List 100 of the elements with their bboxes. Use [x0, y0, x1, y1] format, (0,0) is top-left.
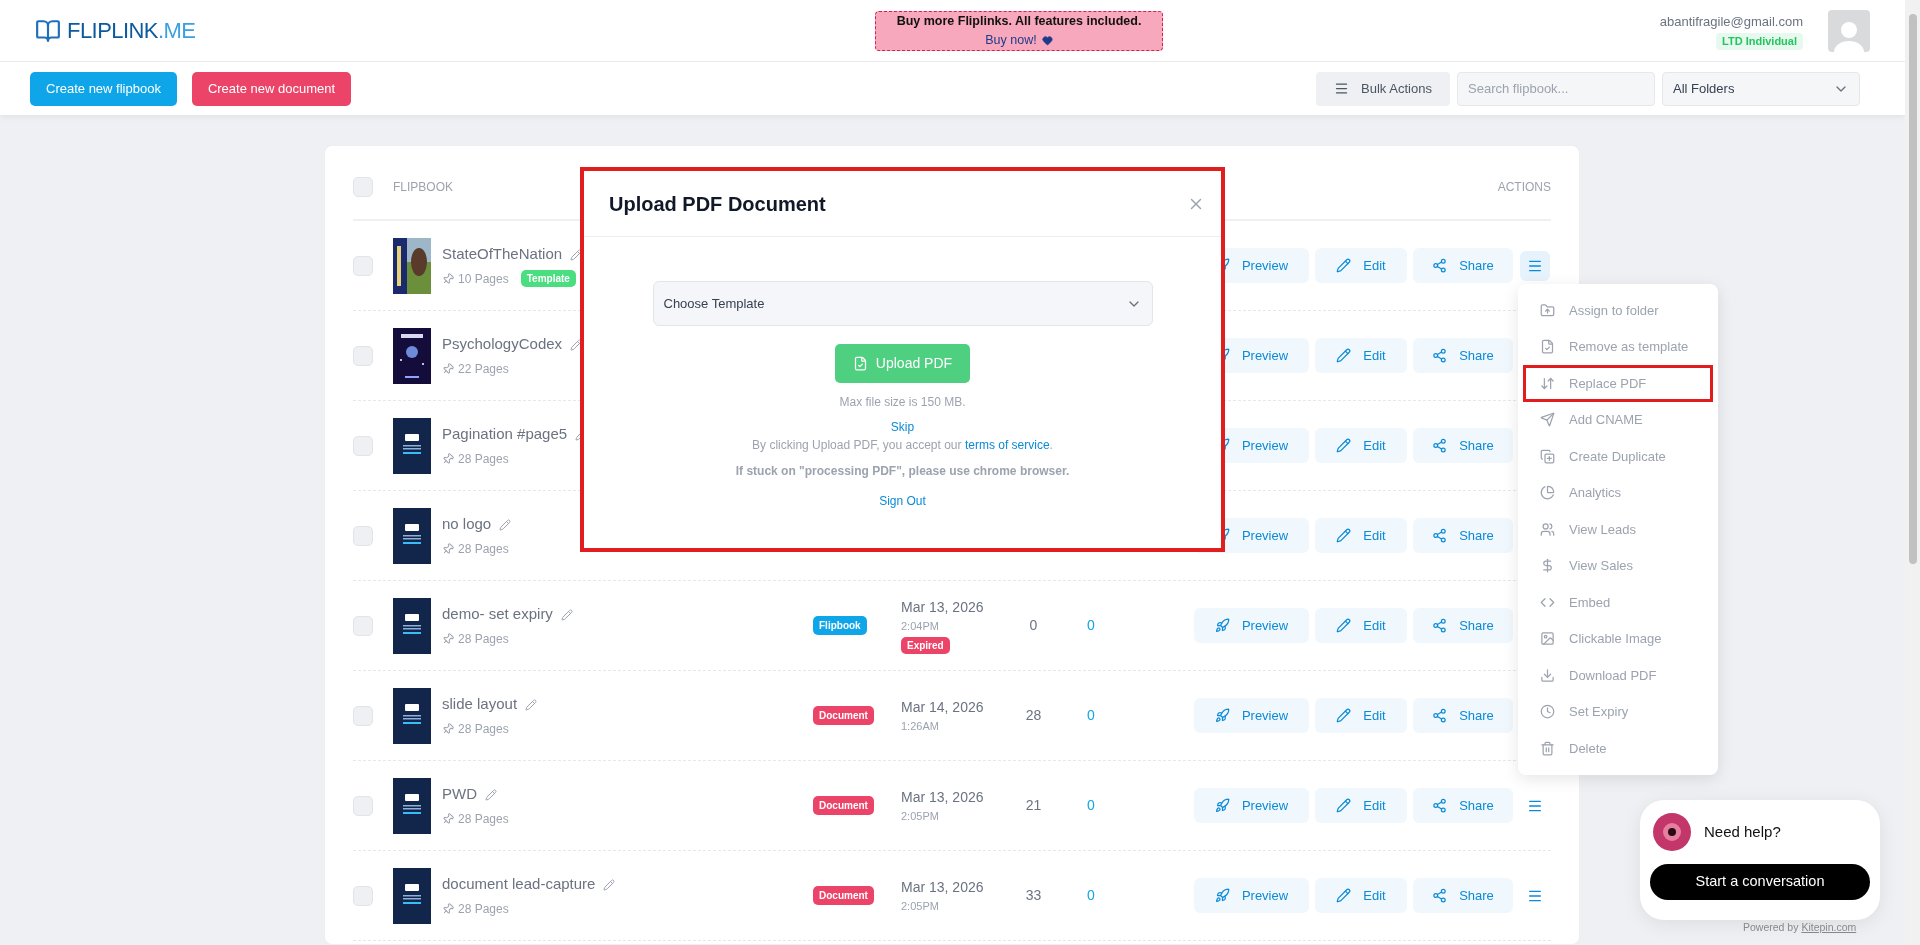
- promo-banner[interactable]: Buy more Fliplinks. All features included. Buy now!: [875, 10, 1163, 51]
- template-badge: Template: [520, 270, 576, 288]
- checkbox[interactable]: [353, 705, 373, 726]
- account-email: abantifragile@gmail.com: [1659, 12, 1803, 31]
- terms-link[interactable]: terms of service: [964, 438, 1050, 452]
- edit-button[interactable]: Edit: [1315, 428, 1407, 463]
- menu-item-icon: [1540, 558, 1555, 574]
- edit-button[interactable]: Edit: [1315, 338, 1407, 373]
- plan-badge: LTD Individual: [1716, 33, 1803, 50]
- logo-text[interactable]: FLIPLINK.ME: [67, 14, 196, 48]
- search-field[interactable]: Search flipbook...: [1457, 71, 1655, 106]
- menu-item[interactable]: Delete: [1523, 730, 1713, 767]
- pencil-icon[interactable]: [485, 788, 497, 801]
- leads-count: 0: [1087, 886, 1095, 905]
- menu-item[interactable]: View Sales: [1523, 547, 1713, 584]
- menu-item-icon: [1540, 740, 1555, 756]
- edit-button[interactable]: Edit: [1315, 608, 1407, 643]
- skip-link[interactable]: Skip: [890, 418, 915, 436]
- flipbook-title[interactable]: Pagination #page5: [442, 423, 568, 446]
- checkbox[interactable]: [353, 525, 373, 546]
- checkbox[interactable]: [353, 615, 373, 636]
- menu-item[interactable]: View Leads: [1523, 511, 1713, 548]
- checkbox[interactable]: [353, 885, 373, 906]
- date-text: Mar 13, 2026: [901, 787, 984, 807]
- browser-note: If stuck on "processing PDF", please use chrome browser.: [735, 463, 1070, 480]
- buy-now-link[interactable]: Buy now!: [985, 30, 1037, 50]
- pencil-icon: [1336, 618, 1352, 633]
- avatar[interactable]: [1828, 9, 1870, 52]
- menu-item[interactable]: Replace PDF: [1523, 365, 1713, 402]
- menu-item-icon: [1540, 339, 1555, 355]
- template-select[interactable]: Choose Template: [652, 281, 1153, 326]
- preview-button[interactable]: Preview: [1194, 878, 1309, 913]
- menu-item[interactable]: Assign to folder: [1523, 292, 1713, 329]
- menu-item-icon: [1540, 375, 1555, 391]
- pencil-icon: [1336, 798, 1352, 813]
- checkbox[interactable]: [353, 435, 373, 456]
- time-text: 1:26AM: [901, 718, 939, 734]
- menu-item[interactable]: Remove as template: [1523, 328, 1713, 365]
- checkbox[interactable]: [353, 345, 373, 366]
- menu-item[interactable]: Clickable Image: [1523, 620, 1713, 657]
- type-badge: Flipbook: [813, 616, 867, 635]
- menu-item[interactable]: Download PDF: [1523, 657, 1713, 694]
- checkbox[interactable]: [353, 176, 373, 197]
- flipbook-title[interactable]: StateOfTheNation: [442, 243, 563, 266]
- flipbook-title[interactable]: demo- set expiry: [442, 603, 553, 626]
- file-size-note: Max file size is 150 MB.: [839, 394, 966, 411]
- leads-count: 0: [1087, 706, 1095, 725]
- folder-select[interactable]: All Folders: [1662, 71, 1860, 106]
- menu-item-icon: [1540, 667, 1555, 683]
- menu-item[interactable]: Add CNAME: [1523, 401, 1713, 438]
- pencil-icon[interactable]: [560, 608, 573, 621]
- create-flipbook-button[interactable]: Create new flipbook: [30, 71, 177, 106]
- pencil-icon[interactable]: [499, 518, 512, 531]
- pencil-icon[interactable]: [570, 338, 583, 351]
- flipbook-title[interactable]: slide layout: [442, 693, 518, 716]
- flipbook-title[interactable]: no logo: [442, 513, 492, 536]
- preview-button[interactable]: Preview: [1194, 698, 1309, 733]
- edit-button[interactable]: Edit: [1315, 788, 1407, 823]
- share-button[interactable]: Share: [1413, 788, 1513, 823]
- preview-button[interactable]: Preview: [1194, 788, 1309, 823]
- pencil-icon[interactable]: [603, 878, 616, 891]
- sign-out-link[interactable]: Sign Out: [879, 492, 926, 510]
- start-conversation-button[interactable]: Start a conversation: [1650, 864, 1870, 900]
- share-button[interactable]: Share: [1413, 428, 1513, 463]
- checkbox[interactable]: [353, 795, 373, 816]
- time-text: 2:05PM: [901, 808, 939, 824]
- kitepin-link[interactable]: Kitepin.com: [1801, 921, 1857, 933]
- flipbook-title[interactable]: PsychologyCodex: [442, 333, 563, 356]
- edit-button[interactable]: Edit: [1315, 698, 1407, 733]
- upload-pdf-button[interactable]: Upload PDF: [835, 344, 970, 383]
- menu-item[interactable]: Create Duplicate: [1523, 438, 1713, 475]
- menu-item[interactable]: Set Expiry: [1523, 693, 1713, 730]
- menu-icon: [1334, 81, 1350, 97]
- checkbox[interactable]: [353, 255, 373, 276]
- create-document-button[interactable]: Create new document: [191, 71, 352, 106]
- flipbook-title[interactable]: document lead-capture: [442, 873, 596, 896]
- edit-button[interactable]: Edit: [1315, 518, 1407, 553]
- edit-button[interactable]: Edit: [1315, 878, 1407, 913]
- share-button[interactable]: Share: [1413, 698, 1513, 733]
- menu-item[interactable]: Embed: [1523, 584, 1713, 621]
- share-button[interactable]: Share: [1413, 878, 1513, 913]
- share-button[interactable]: Share: [1413, 338, 1513, 373]
- menu-item-icon: [1540, 485, 1555, 501]
- pencil-icon[interactable]: [525, 698, 538, 711]
- share-button[interactable]: Share: [1413, 518, 1513, 553]
- edit-button[interactable]: Edit: [1315, 248, 1407, 283]
- share-button[interactable]: Share: [1413, 608, 1513, 643]
- preview-button[interactable]: Preview: [1194, 608, 1309, 643]
- heart-icon: [1041, 34, 1053, 46]
- page-total: 0: [1029, 616, 1038, 635]
- menu-item-icon: [1540, 412, 1555, 428]
- menu-item-icon: [1540, 448, 1555, 464]
- menu-button[interactable]: [1520, 250, 1550, 281]
- time-text: 2:04PM: [901, 619, 939, 635]
- pencil-icon[interactable]: [570, 248, 583, 261]
- flipbook-title[interactable]: PWD: [442, 783, 477, 806]
- share-icon: [1432, 798, 1448, 813]
- menu-item[interactable]: Analytics: [1523, 474, 1713, 511]
- bulk-actions-button[interactable]: Bulk Actions: [1316, 71, 1450, 106]
- share-button[interactable]: Share: [1413, 248, 1513, 283]
